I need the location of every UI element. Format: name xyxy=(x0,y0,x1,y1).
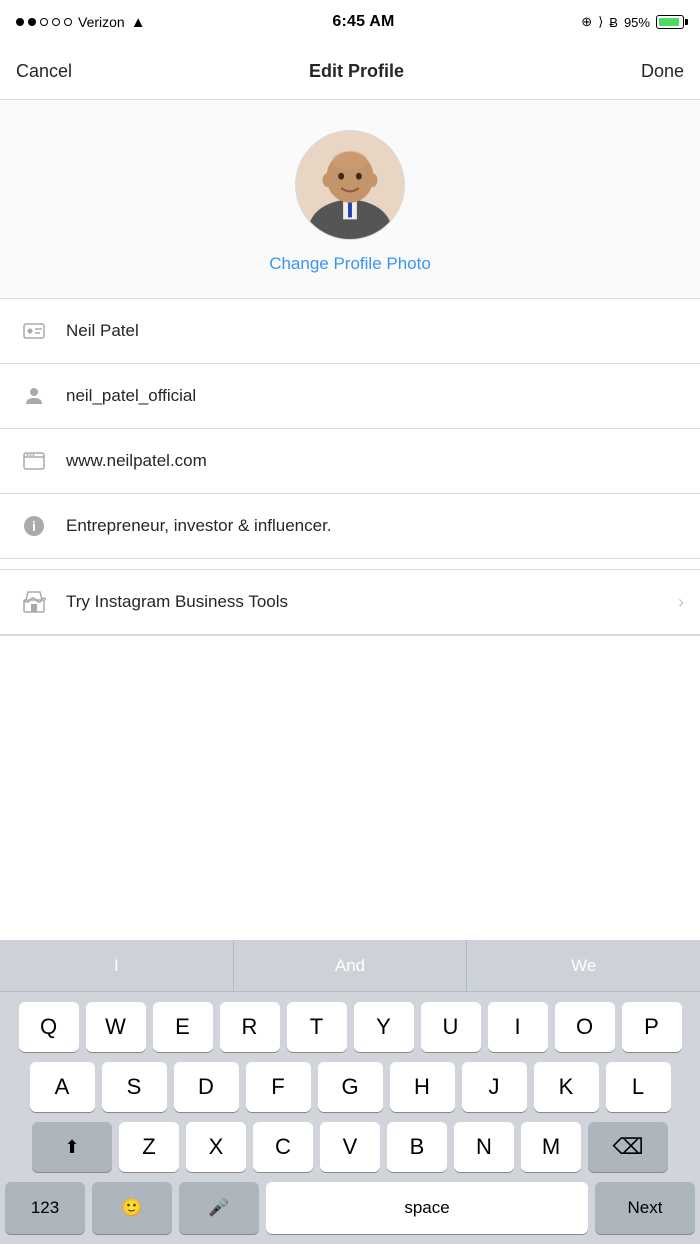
wifi-icon: ▲ xyxy=(131,14,146,31)
username-value: neil_patel_official xyxy=(66,386,684,406)
done-button[interactable]: Done xyxy=(641,61,684,82)
business-tools-section: Try Instagram Business Tools › xyxy=(0,569,700,636)
dot-4 xyxy=(52,18,60,26)
predictive-item-2[interactable]: And xyxy=(234,940,468,991)
person-icon xyxy=(16,378,52,414)
keyboard: I And We Q W E R T Y U I O P A S D F G H… xyxy=(0,940,700,1244)
key-j[interactable]: J xyxy=(462,1062,527,1112)
dot-2 xyxy=(28,18,36,26)
key-k[interactable]: K xyxy=(534,1062,599,1112)
info-icon: i xyxy=(16,508,52,544)
name-field[interactable]: Neil Patel xyxy=(0,299,700,364)
delete-key[interactable]: ⌫ xyxy=(588,1122,668,1172)
predictive-item-3[interactable]: We xyxy=(467,940,700,991)
key-a[interactable]: A xyxy=(30,1062,95,1112)
bio-value: Entrepreneur, investor & influencer. xyxy=(66,516,684,536)
chevron-right-icon: › xyxy=(678,592,684,613)
key-m[interactable]: M xyxy=(521,1122,581,1172)
key-v[interactable]: V xyxy=(320,1122,380,1172)
id-card-icon xyxy=(16,313,52,349)
location-icon: ⟩ xyxy=(598,14,603,30)
avatar-image xyxy=(296,131,404,239)
key-n[interactable]: N xyxy=(454,1122,514,1172)
key-rows: Q W E R T Y U I O P A S D F G H J K L ⬆ … xyxy=(0,992,700,1172)
key-z[interactable]: Z xyxy=(119,1122,179,1172)
signal-dots xyxy=(16,18,72,26)
key-p[interactable]: P xyxy=(622,1002,682,1052)
key-s[interactable]: S xyxy=(102,1062,167,1112)
business-tools-label: Try Instagram Business Tools xyxy=(66,592,678,612)
key-b[interactable]: B xyxy=(387,1122,447,1172)
status-bar: Verizon ▲ 6:45 AM ⊕ ⟩ Ƀ 95% xyxy=(0,0,700,44)
form-section: Neil Patel neil_patel_official www.neilp… xyxy=(0,299,700,559)
cancel-button[interactable]: Cancel xyxy=(16,61,72,82)
change-photo-button[interactable]: Change Profile Photo xyxy=(269,254,431,274)
key-o[interactable]: O xyxy=(555,1002,615,1052)
key-h[interactable]: H xyxy=(390,1062,455,1112)
name-value: Neil Patel xyxy=(66,321,684,341)
nav-title: Edit Profile xyxy=(309,61,404,82)
key-l[interactable]: L xyxy=(606,1062,671,1112)
mic-key[interactable]: 🎤 xyxy=(179,1182,259,1234)
predictive-row: I And We xyxy=(0,940,700,992)
svg-text:i: i xyxy=(32,518,36,534)
key-u[interactable]: U xyxy=(421,1002,481,1052)
username-field[interactable]: neil_patel_official xyxy=(0,364,700,429)
key-q[interactable]: Q xyxy=(19,1002,79,1052)
dot-3 xyxy=(40,18,48,26)
avatar[interactable] xyxy=(295,130,405,240)
num-key[interactable]: 123 xyxy=(5,1182,85,1234)
emoji-key[interactable]: 🙂 xyxy=(92,1182,172,1234)
key-e[interactable]: E xyxy=(153,1002,213,1052)
bluetooth-icon: Ƀ xyxy=(609,15,618,30)
bio-field[interactable]: i Entrepreneur, investor & influencer. xyxy=(0,494,700,559)
key-row-1: Q W E R T Y U I O P xyxy=(5,1002,695,1052)
battery-icon xyxy=(656,15,684,29)
profile-section: Change Profile Photo xyxy=(0,100,700,299)
website-value: www.neilpatel.com xyxy=(66,451,684,471)
key-t[interactable]: T xyxy=(287,1002,347,1052)
shift-key[interactable]: ⬆ xyxy=(32,1122,112,1172)
key-g[interactable]: G xyxy=(318,1062,383,1112)
predictive-item-1[interactable]: I xyxy=(0,940,234,991)
nav-bar: Cancel Edit Profile Done xyxy=(0,44,700,100)
key-w[interactable]: W xyxy=(86,1002,146,1052)
key-y[interactable]: Y xyxy=(354,1002,414,1052)
status-left: Verizon ▲ xyxy=(16,14,146,31)
status-right: ⊕ ⟩ Ƀ 95% xyxy=(581,14,684,30)
space-key[interactable]: space xyxy=(266,1182,588,1234)
key-row-4: 123 🙂 🎤 space Next xyxy=(0,1182,700,1244)
battery-pct: 95% xyxy=(624,15,650,30)
website-field[interactable]: www.neilpatel.com xyxy=(0,429,700,494)
dot-1 xyxy=(16,18,24,26)
key-x[interactable]: X xyxy=(186,1122,246,1172)
key-i[interactable]: I xyxy=(488,1002,548,1052)
key-row-2: A S D F G H J K L xyxy=(5,1062,695,1112)
browser-icon xyxy=(16,443,52,479)
business-tools-row[interactable]: Try Instagram Business Tools › xyxy=(0,570,700,635)
status-time: 6:45 AM xyxy=(332,13,394,31)
key-r[interactable]: R xyxy=(220,1002,280,1052)
key-row-3: ⬆ Z X C V B N M ⌫ xyxy=(5,1122,695,1172)
key-c[interactable]: C xyxy=(253,1122,313,1172)
store-icon xyxy=(16,584,52,620)
dot-5 xyxy=(64,18,72,26)
lock-icon: ⊕ xyxy=(581,14,592,30)
key-d[interactable]: D xyxy=(174,1062,239,1112)
carrier-label: Verizon xyxy=(78,14,125,30)
key-f[interactable]: F xyxy=(246,1062,311,1112)
next-key[interactable]: Next xyxy=(595,1182,695,1234)
